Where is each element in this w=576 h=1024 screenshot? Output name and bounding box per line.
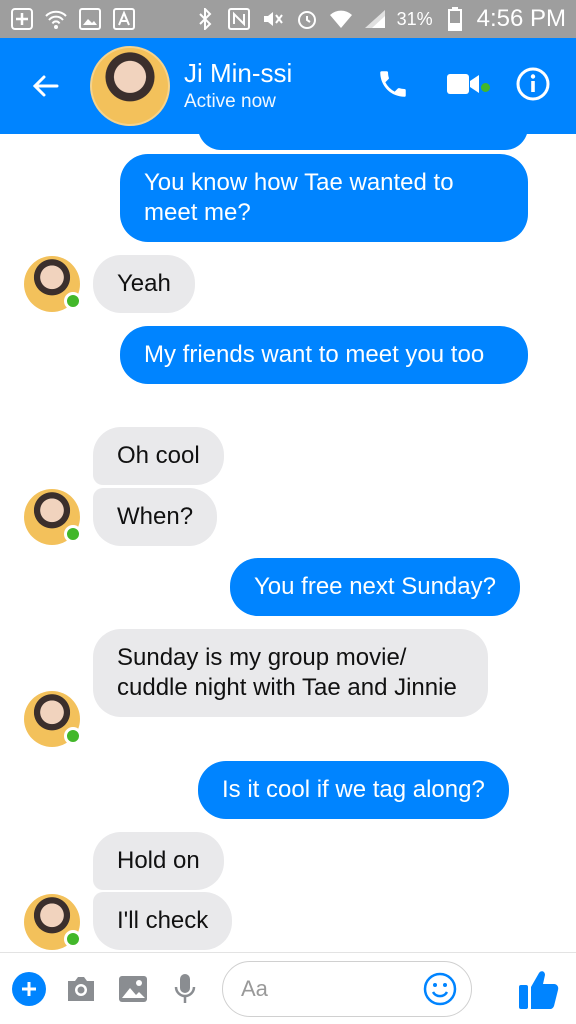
message-bubble-incoming[interactable]: I'll check [93,892,233,950]
voice-call-button[interactable] [376,67,410,106]
message-input-container [222,960,472,1017]
image-icon [119,975,147,1002]
camera-button[interactable] [64,972,98,1006]
smiley-icon [423,972,457,1005]
message-bubble-incoming[interactable]: Yeah [93,255,195,313]
online-indicator [64,525,82,543]
add-notification-icon [10,7,34,31]
conversation-header: Ji Min-ssi Active now [0,38,576,134]
message-bubble-incoming[interactable]: When? [93,488,218,546]
bluetooth-icon [193,7,217,31]
message-list[interactable]: You know how Tae wanted to meet me? Yeah… [0,134,576,952]
cell-signal-icon [363,7,387,31]
phone-icon [380,70,406,97]
voice-message-button[interactable] [168,972,202,1006]
message-bubble-outgoing[interactable]: You know how Tae wanted to meet me? [120,154,528,242]
online-indicator [64,727,82,745]
message-bubble-incoming[interactable]: Oh cool [93,427,224,485]
back-button[interactable] [0,38,90,134]
battery-percent: 31% [396,8,433,29]
arrow-left-icon [32,75,59,97]
plus-icon [22,981,36,996]
video-camera-icon [447,73,479,94]
contact-avatar[interactable] [90,46,170,126]
message-bubble-outgoing-partial[interactable] [198,134,528,150]
gallery-button[interactable] [116,972,150,1006]
like-button[interactable] [516,965,564,1013]
message-bubble-outgoing[interactable]: Is it cool if we tag along? [198,761,509,819]
online-indicator [64,930,82,948]
font-app-icon [112,7,136,31]
message-bubble-incoming[interactable]: Hold on [93,832,224,890]
more-actions-button[interactable] [12,971,46,1006]
video-call-button[interactable] [446,71,490,102]
status-bar: 31% 4:56 PM [0,0,576,38]
info-button[interactable] [516,67,550,106]
message-bubble-outgoing[interactable]: You free next Sunday? [230,558,520,616]
message-bubble-incoming[interactable]: Sunday is my group movie/ cuddle night w… [93,629,488,717]
thumbs-up-icon [519,970,559,1009]
info-icon [516,67,550,100]
message-composer [0,952,576,1024]
contact-info[interactable]: Ji Min-ssi Active now [184,57,292,115]
clock: 4:56 PM [476,5,566,32]
wifi-notification-icon [44,7,68,31]
battery-icon [443,7,467,31]
message-bubble-outgoing[interactable]: My friends want to meet you too [120,326,528,384]
mute-icon [261,7,285,31]
nfc-icon [227,7,251,31]
online-indicator [64,292,82,310]
contact-name: Ji Min-ssi [184,58,293,88]
message-input[interactable] [241,975,411,1002]
microphone-icon [174,973,196,1003]
gallery-notification-icon [78,7,102,31]
contact-status: Active now [184,91,276,112]
camera-icon [68,976,94,1001]
wifi-signal-icon [329,7,353,31]
alarm-icon [295,7,319,31]
emoji-button[interactable] [423,972,457,1006]
video-active-dot [481,82,490,92]
